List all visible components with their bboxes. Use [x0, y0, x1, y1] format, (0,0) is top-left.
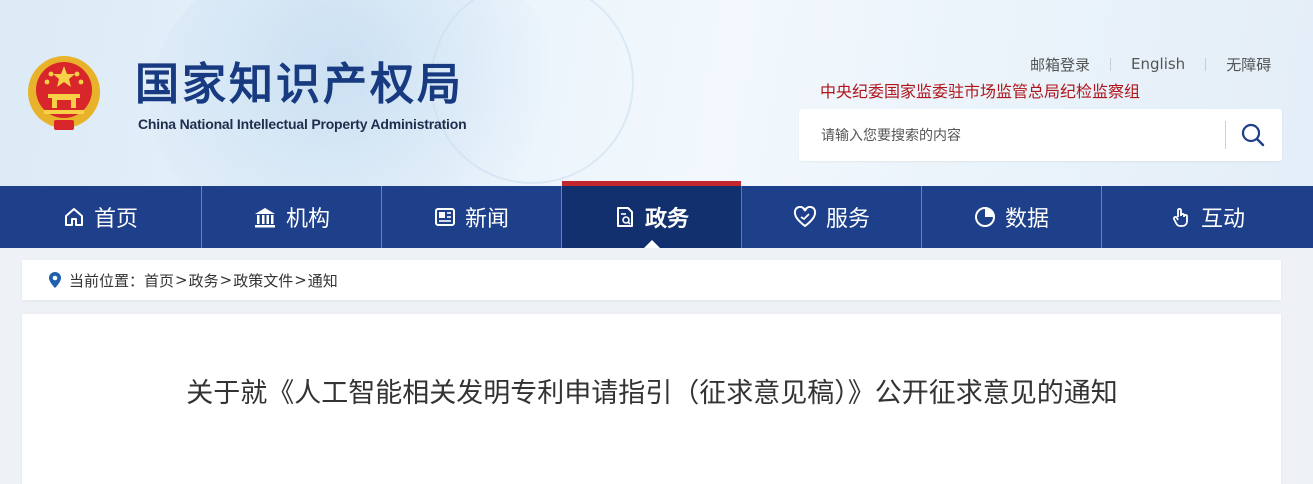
institution-icon: [254, 208, 275, 228]
breadcrumb-separator: >: [294, 271, 307, 289]
nav-item-data[interactable]: 数据: [922, 186, 1102, 248]
breadcrumb: 当前位置： 首页 > 政务 > 政策文件 > 通知: [22, 260, 1281, 300]
breadcrumb-prefix: 当前位置：: [69, 271, 145, 290]
breadcrumb-home[interactable]: 首页: [144, 270, 174, 291]
article-panel: 关于就《人工智能相关发明专利申请指引（征求意见稿）》公开征求意见的通知: [22, 314, 1281, 484]
search-input[interactable]: [819, 123, 1213, 149]
nav-label: 服务: [825, 207, 870, 232]
home-icon: [64, 208, 83, 226]
nav-item-interaction[interactable]: 互动: [1102, 186, 1313, 248]
nav-label: 互动: [1200, 207, 1245, 232]
breadcrumb-policy-documents[interactable]: 政策文件: [233, 270, 293, 291]
mail-login-link[interactable]: 邮箱登录: [1030, 54, 1090, 75]
nav-item-service[interactable]: 服务: [742, 186, 922, 248]
nav-item-institution[interactable]: 机构: [202, 186, 382, 248]
pie-chart-icon: [974, 207, 995, 227]
english-link[interactable]: English: [1131, 55, 1185, 73]
article-title: 关于就《人工智能相关发明专利申请指引（征求意见稿）》公开征求意见的通知: [186, 378, 1118, 409]
site-header: 国家知识产权局 China National Intellectual Prop…: [0, 0, 1313, 186]
divider: [1205, 57, 1207, 71]
nav-item-government-affairs[interactable]: 政务: [562, 181, 742, 248]
news-icon: [434, 208, 455, 226]
accessibility-link[interactable]: 无障碍: [1226, 54, 1271, 75]
inspection-group-link[interactable]: 中央纪委国家监委驻市场监管总局纪检监察组: [820, 78, 1140, 102]
breadcrumb-separator: >: [219, 271, 233, 289]
site-subtitle: China National Intellectual Property Adm…: [138, 116, 467, 132]
breadcrumb-government-affairs[interactable]: 政务: [189, 270, 219, 291]
divider: [1110, 57, 1112, 71]
location-pin-icon: [49, 272, 61, 288]
nav-item-news[interactable]: 新闻: [382, 186, 562, 248]
breadcrumb-separator: >: [175, 271, 188, 289]
nav-label: 新闻: [464, 207, 509, 232]
nav-label: 首页: [93, 207, 138, 232]
nav-label: 数据: [1004, 207, 1049, 232]
main-navigation: 首页 机构 新闻 政务 服务 数据 互动: [0, 181, 1313, 248]
service-heart-icon: [793, 206, 817, 228]
nav-item-home[interactable]: 首页: [0, 186, 202, 248]
search-divider: [1225, 121, 1226, 149]
nav-label: 政务: [644, 207, 689, 232]
breadcrumb-notice[interactable]: 通知: [308, 270, 338, 291]
government-affairs-icon: [616, 207, 633, 227]
search-icon[interactable]: [1236, 121, 1270, 149]
search-box: [799, 109, 1282, 161]
site-title: 国家知识产权局: [135, 59, 464, 110]
nav-label: 机构: [285, 207, 330, 232]
top-utility-nav: 邮箱登录 English 无障碍: [1030, 54, 1271, 74]
national-emblem-logo[interactable]: [24, 52, 104, 132]
hand-pointer-icon: [1173, 208, 1188, 227]
